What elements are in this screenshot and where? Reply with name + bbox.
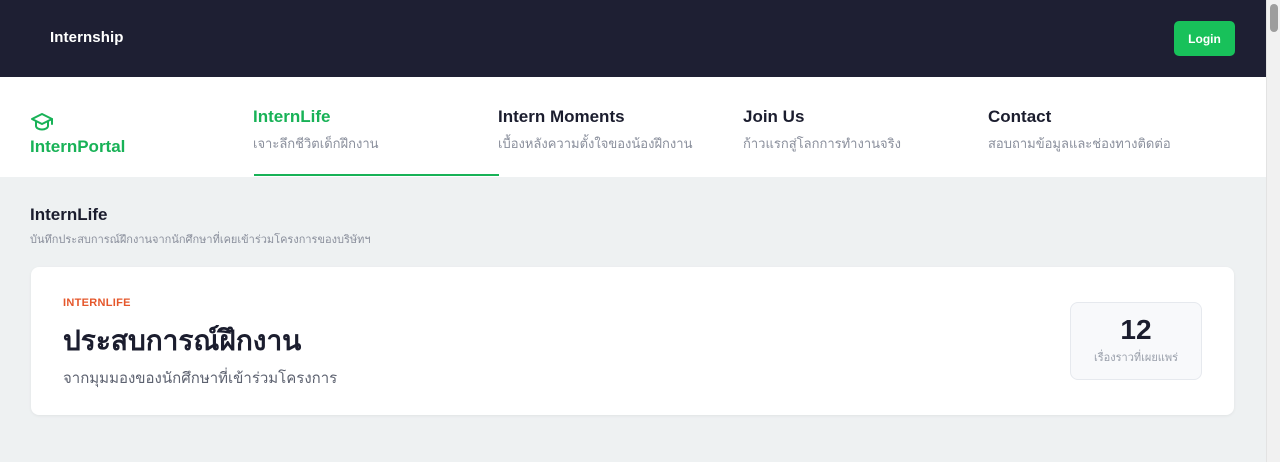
nav-item-join-us[interactable]: Join Us ก้าวแรกสู่โลกการทำงานจริง <box>743 107 988 177</box>
nav-item-contact[interactable]: Contact สอบถามข้อมูลและช่องทางติดต่อ <box>988 107 1233 177</box>
nav-item-label: InternLife <box>253 107 331 126</box>
top-bar: Internship Login <box>0 0 1266 77</box>
page-title: InternLife <box>30 205 108 224</box>
card-title: ประสบการณ์ฝึกงาน <box>63 325 302 356</box>
scrollbar-thumb[interactable] <box>1270 4 1278 32</box>
nav-item-subtitle: เจาะลึกชีวิตเด็กฝึกงาน <box>253 136 379 151</box>
main-nav: InternPortal InternLife เจาะลึกชีวิตเด็ก… <box>0 77 1266 177</box>
section-header: InternLife บันทึกประสบการณ์ฝึกงานจากนักศ… <box>30 205 371 248</box>
stories-count-box: 12 เรื่องราวที่เผยแพร่ <box>1070 302 1202 380</box>
nav-item-label: Join Us <box>743 107 805 126</box>
login-button[interactable]: Login <box>1174 21 1235 56</box>
nav-item-internlife[interactable]: InternLife เจาะลึกชีวิตเด็กฝึกงาน <box>253 107 498 177</box>
stories-count-label: เรื่องราวที่เผยแพร่ <box>1093 352 1179 364</box>
nav-item-subtitle: เบื้องหลังความตั้งใจของน้องฝึกงาน <box>498 136 693 151</box>
page-subtitle: บันทึกประสบการณ์ฝึกงานจากนักศึกษาที่เคยเ… <box>30 234 371 246</box>
nav-item-label: Intern Moments <box>498 107 625 126</box>
nav-item-intern-moments[interactable]: Intern Moments เบื้องหลังความตั้งใจของน้… <box>498 107 743 177</box>
nav-item-label: Contact <box>988 107 1052 126</box>
card-subtitle: จากมุมมองของนักศึกษาที่เข้าร่วมโครงการ <box>63 370 338 387</box>
brand-name: InternPortal <box>30 137 126 156</box>
card-eyebrow: INTERNLIFE <box>63 297 131 309</box>
active-tab-indicator <box>254 174 499 176</box>
hero-card: INTERNLIFE ประสบการณ์ฝึกงาน จากมุมมองของ… <box>31 267 1234 415</box>
site-title: Internship <box>50 29 124 46</box>
nav-item-subtitle: สอบถามข้อมูลและช่องทางติดต่อ <box>988 136 1171 151</box>
vertical-scrollbar[interactable] <box>1266 0 1280 462</box>
graduation-cap-icon <box>31 113 53 131</box>
nav-item-subtitle: ก้าวแรกสู่โลกการทำงานจริง <box>743 136 901 151</box>
stories-count: 12 <box>1120 314 1152 345</box>
